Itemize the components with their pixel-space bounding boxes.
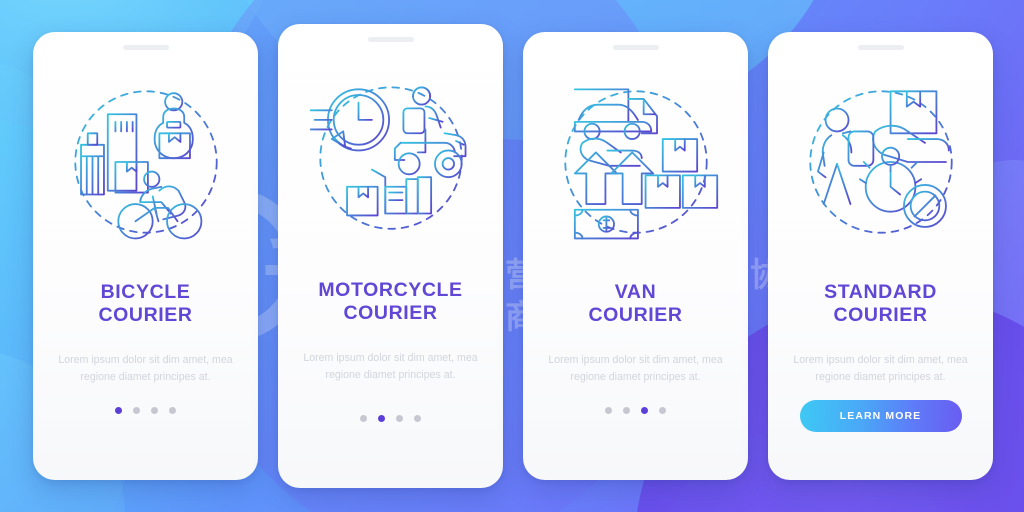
card-title: VAN COURIER	[523, 281, 748, 327]
card-title-line-2: COURIER	[98, 304, 193, 326]
pagination-dot-1[interactable]	[115, 407, 122, 414]
pagination-dot-2[interactable]	[623, 407, 630, 414]
pagination-dots[interactable]	[278, 415, 503, 422]
phone-speaker-bar	[122, 45, 169, 50]
pagination-dot-1[interactable]	[605, 407, 612, 414]
card-title-line-1: VAN	[614, 281, 657, 303]
pagination-dot-4[interactable]	[169, 407, 176, 414]
card-description: Lorem ipsum dolor sit dim amet, mea regi…	[548, 354, 723, 384]
card-title-line-2: COURIER	[343, 302, 438, 324]
phone-speaker-bar	[367, 37, 414, 42]
pagination-dot-3[interactable]	[151, 407, 158, 414]
van-courier-icon	[563, 88, 718, 240]
pagination-dot-3[interactable]	[641, 407, 648, 414]
card-title: MOTORCYCLE COURIER	[278, 279, 503, 325]
phone-speaker-bar	[857, 45, 904, 50]
card-title: BICYCLE COURIER	[33, 281, 258, 327]
card-description: Lorem ipsum dolor sit dim amet, mea regi…	[58, 354, 233, 384]
phone-speaker-bar	[612, 45, 659, 50]
card-title-line-1: MOTORCYCLE	[318, 279, 463, 301]
card-title-line-1: BICYCLE	[100, 281, 191, 303]
pagination-dots[interactable]	[523, 407, 748, 414]
onboarding-card-van-courier: VAN COURIER Lorem ipsum dolor sit dim am…	[523, 32, 748, 480]
card-title-line-2: COURIER	[588, 304, 683, 326]
learn-more-button[interactable]: LEARN MORE	[799, 400, 962, 432]
onboarding-card-motorcycle-courier: MOTORCYCLE COURIER Lorem ipsum dolor sit…	[278, 24, 503, 488]
standard-courier-icon	[808, 90, 953, 234]
pagination-dot-2[interactable]	[133, 407, 140, 414]
card-title: STANDARD COURIER	[768, 281, 993, 327]
onboarding-card-bicycle-courier: BICYCLE COURIER Lorem ipsum dolor sit di…	[33, 32, 258, 480]
pagination-dot-2[interactable]	[378, 415, 385, 422]
pagination-dot-4[interactable]	[659, 407, 666, 414]
onboarding-mockup-stage: 千 图 营销创意服务与协作平台 商用请获取授权	[0, 0, 1024, 512]
bicycle-courier-icon	[73, 90, 218, 240]
card-title-line-1: STANDARD	[824, 281, 937, 303]
card-title-line-2: COURIER	[833, 304, 928, 326]
onboarding-card-standard-courier: STANDARD COURIER Lorem ipsum dolor sit d…	[768, 32, 993, 480]
card-description: Lorem ipsum dolor sit dim amet, mea regi…	[793, 354, 968, 384]
motorcycle-courier-icon	[309, 86, 466, 230]
pagination-dot-1[interactable]	[360, 415, 367, 422]
pagination-dots[interactable]	[33, 407, 258, 414]
card-description: Lorem ipsum dolor sit dim amet, mea regi…	[303, 352, 478, 382]
pagination-dot-4[interactable]	[414, 415, 421, 422]
pagination-dot-3[interactable]	[396, 415, 403, 422]
